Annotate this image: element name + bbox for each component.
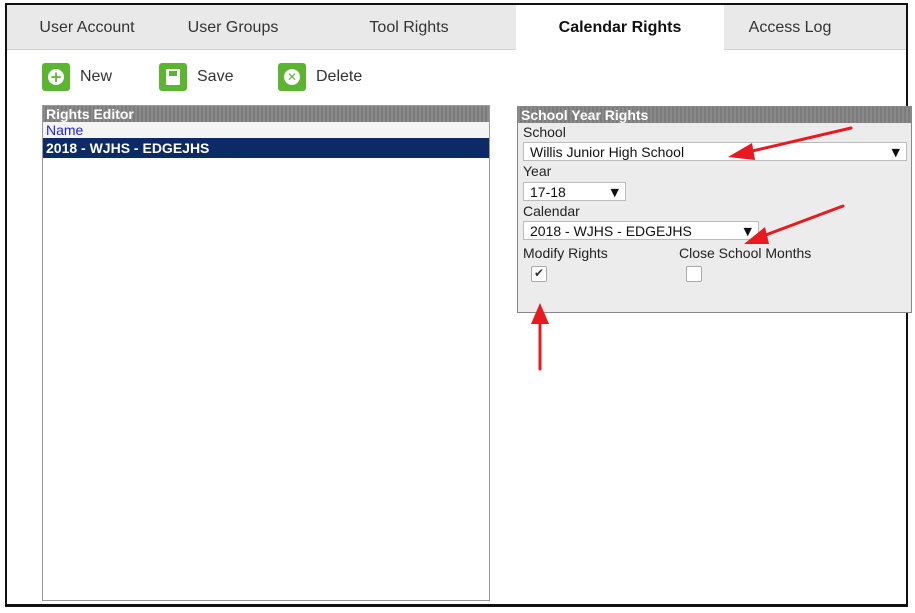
modify-rights-label: Modify Rights xyxy=(523,245,608,261)
school-year-rights-title: School Year Rights xyxy=(518,107,911,123)
tab-calendar-rights[interactable]: Calendar Rights xyxy=(516,5,724,50)
tab-tool-rights[interactable]: Tool Rights xyxy=(299,5,515,49)
calendar-select-value: 2018 - WJHS - EDGEJHS xyxy=(530,223,692,239)
year-label: Year xyxy=(523,163,552,179)
tab-tool-rights-label: Tool Rights xyxy=(369,19,449,36)
checkmark-icon: ✔ xyxy=(533,266,545,280)
table-row[interactable]: 2018 - WJHS - EDGEJHS xyxy=(43,138,489,158)
tab-bar: User Account User Groups Tool Rights Cal… xyxy=(7,5,906,50)
new-button[interactable]: + New xyxy=(42,60,112,94)
delete-icon: ✕ xyxy=(278,63,306,91)
rights-editor-panel: Rights Editor Name 2018 - WJHS - EDGEJHS xyxy=(42,105,490,601)
year-select[interactable]: 17-18 ▼ xyxy=(523,182,626,201)
modify-rights-checkbox[interactable]: ✔ xyxy=(531,266,547,282)
delete-button[interactable]: ✕ Delete xyxy=(278,60,362,94)
name-column-header[interactable]: Name xyxy=(43,122,489,138)
chevron-down-icon: ▼ xyxy=(610,186,619,199)
calendar-label: Calendar xyxy=(523,203,580,219)
close-school-months-checkbox[interactable] xyxy=(686,266,702,282)
chevron-down-icon: ▼ xyxy=(891,146,900,159)
rights-editor-title: Rights Editor xyxy=(43,106,489,122)
year-select-value: 17-18 xyxy=(530,184,566,200)
school-select[interactable]: Willis Junior High School ▼ xyxy=(523,142,907,161)
add-icon: + xyxy=(42,63,70,91)
save-icon xyxy=(159,63,187,91)
school-select-value: Willis Junior High School xyxy=(530,144,685,160)
save-button-label: Save xyxy=(197,68,234,85)
new-button-label: New xyxy=(80,68,113,85)
chevron-down-icon: ▼ xyxy=(743,225,752,238)
calendar-rights-window: User Account User Groups Tool Rights Cal… xyxy=(5,3,912,607)
school-year-rights-panel: School Year Rights School Willis Junior … xyxy=(517,106,912,313)
tab-user-groups[interactable]: User Groups xyxy=(167,5,299,49)
school-label: School xyxy=(523,124,566,140)
close-school-months-label: Close School Months xyxy=(679,245,812,261)
tab-user-account[interactable]: User Account xyxy=(7,5,167,49)
calendar-select[interactable]: 2018 - WJHS - EDGEJHS ▼ xyxy=(523,221,759,240)
delete-button-label: Delete xyxy=(316,68,363,85)
save-button[interactable]: Save xyxy=(159,60,233,94)
tab-access-log[interactable]: Access Log xyxy=(724,5,856,49)
